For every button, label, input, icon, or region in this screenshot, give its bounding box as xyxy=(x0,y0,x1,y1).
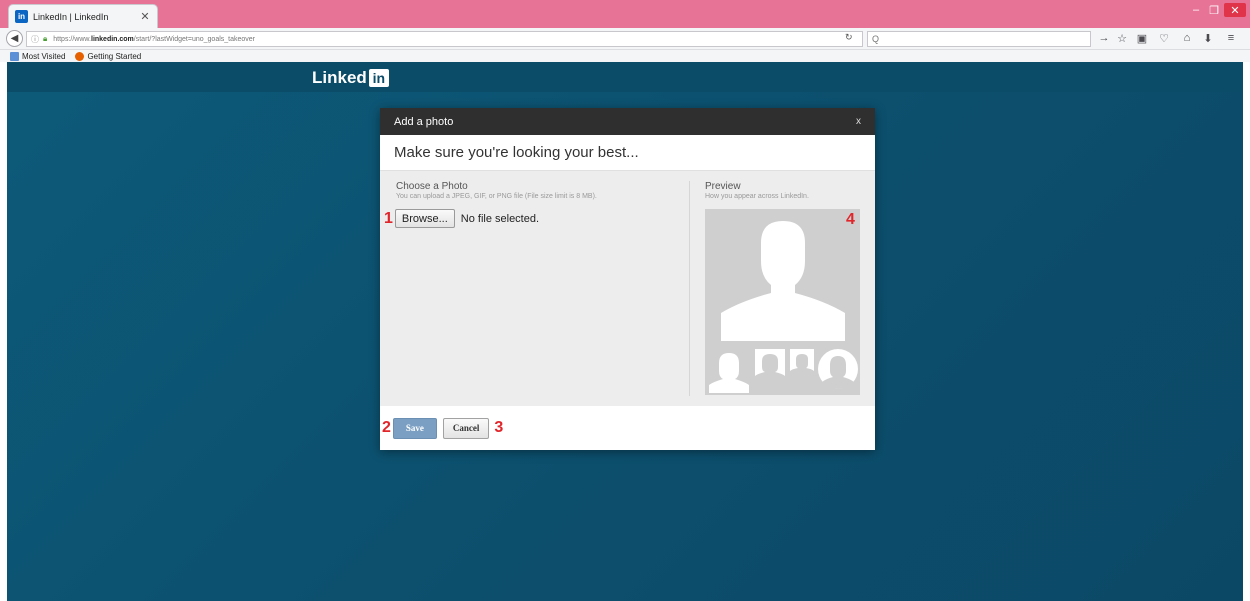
browser-navbar: ◀ ⓘ 🔒︎ https://www.linkedin.com/start/?l… xyxy=(0,28,1250,50)
add-photo-dialog: Add a photo x Make sure you're looking y… xyxy=(380,108,875,450)
page-background: Linked in Add a photo x Make sure you're… xyxy=(7,62,1243,601)
annotation-marker-1: 1 xyxy=(384,209,393,227)
search-icon: Q xyxy=(872,34,880,44)
close-icon[interactable]: x xyxy=(856,116,861,127)
dialog-footer: 2 Save Cancel 3 xyxy=(380,406,875,450)
bookmark-getting-started[interactable]: Getting Started xyxy=(75,51,141,61)
linkedin-in-icon: in xyxy=(368,69,389,87)
bookmark-star-icon[interactable]: ☆ xyxy=(1115,32,1129,45)
preview-title: Preview xyxy=(705,181,741,192)
dialog-header: Add a photo x xyxy=(380,108,875,135)
bookmark-most-visited[interactable]: Most Visited xyxy=(10,51,65,61)
pocket-icon[interactable]: ♡ xyxy=(1157,32,1171,45)
clipboard-icon[interactable]: ▣ xyxy=(1135,32,1149,45)
choose-photo-hint: You can upload a JPEG, GIF, or PNG file … xyxy=(396,193,597,200)
window-close-button[interactable]: ✕ xyxy=(1224,3,1246,17)
window-restore-button[interactable]: ❐ xyxy=(1206,3,1222,17)
bookmarks-bar: Most Visited Getting Started xyxy=(0,50,1250,62)
browser-titlebar: in LinkedIn | LinkedIn ✕ – ❐ ✕ xyxy=(0,0,1250,28)
window-minimize-button[interactable]: – xyxy=(1188,3,1204,17)
linkedin-favicon-icon: in xyxy=(15,10,28,23)
choose-photo-title: Choose a Photo xyxy=(396,181,468,192)
forward-arrow-icon[interactable]: → xyxy=(1097,32,1111,44)
preview-section: Preview How you appear across LinkedIn. xyxy=(705,181,865,200)
url-text: https://www.linkedin.com/start/?lastWidg… xyxy=(53,35,256,43)
dialog-title: Add a photo xyxy=(394,115,454,128)
dialog-subtitle: Make sure you're looking your best... xyxy=(380,135,875,171)
browse-button[interactable]: Browse... xyxy=(394,209,455,228)
tab-close-icon[interactable]: ✕ xyxy=(139,10,151,23)
info-icon[interactable]: ⓘ xyxy=(31,34,39,45)
annotation-marker-2: 2 xyxy=(382,419,391,436)
cancel-button[interactable]: Cancel xyxy=(442,417,490,439)
browser-tab[interactable]: in LinkedIn | LinkedIn ✕ xyxy=(8,4,158,28)
annotation-marker-4: 4 xyxy=(846,211,855,228)
search-input[interactable]: Q xyxy=(867,31,1091,47)
file-status-text: No file selected. xyxy=(460,212,540,225)
section-divider xyxy=(689,181,690,396)
tab-title: LinkedIn | LinkedIn xyxy=(33,11,109,22)
home-icon[interactable]: ⌂ xyxy=(1180,32,1194,44)
menu-icon[interactable]: ≡ xyxy=(1224,32,1238,44)
folder-icon xyxy=(10,51,19,61)
download-icon[interactable]: ⬇ xyxy=(1201,32,1215,45)
annotation-marker-3: 3 xyxy=(494,419,504,436)
lock-icon: 🔒︎ xyxy=(43,34,48,43)
linkedin-header: Linked in xyxy=(7,62,1243,92)
dialog-body: Choose a Photo You can upload a JPEG, GI… xyxy=(380,171,875,406)
reload-icon[interactable]: ↻ xyxy=(845,32,853,43)
save-button[interactable]: Save xyxy=(392,417,437,439)
firefox-icon xyxy=(75,51,85,61)
url-bar[interactable]: ⓘ 🔒︎ https://www.linkedin.com/start/?las… xyxy=(26,31,863,47)
profile-preview-image xyxy=(705,209,860,395)
preview-hint: How you appear across LinkedIn. xyxy=(705,193,809,200)
file-input-row: 1 Browse... No file selected. xyxy=(384,209,539,228)
linkedin-logo[interactable]: Linked in xyxy=(312,68,389,88)
back-arrow-icon[interactable]: ◀ xyxy=(6,30,23,47)
choose-photo-section: Choose a Photo You can upload a JPEG, GI… xyxy=(396,181,676,200)
avatar-silhouette-icon xyxy=(705,209,860,395)
